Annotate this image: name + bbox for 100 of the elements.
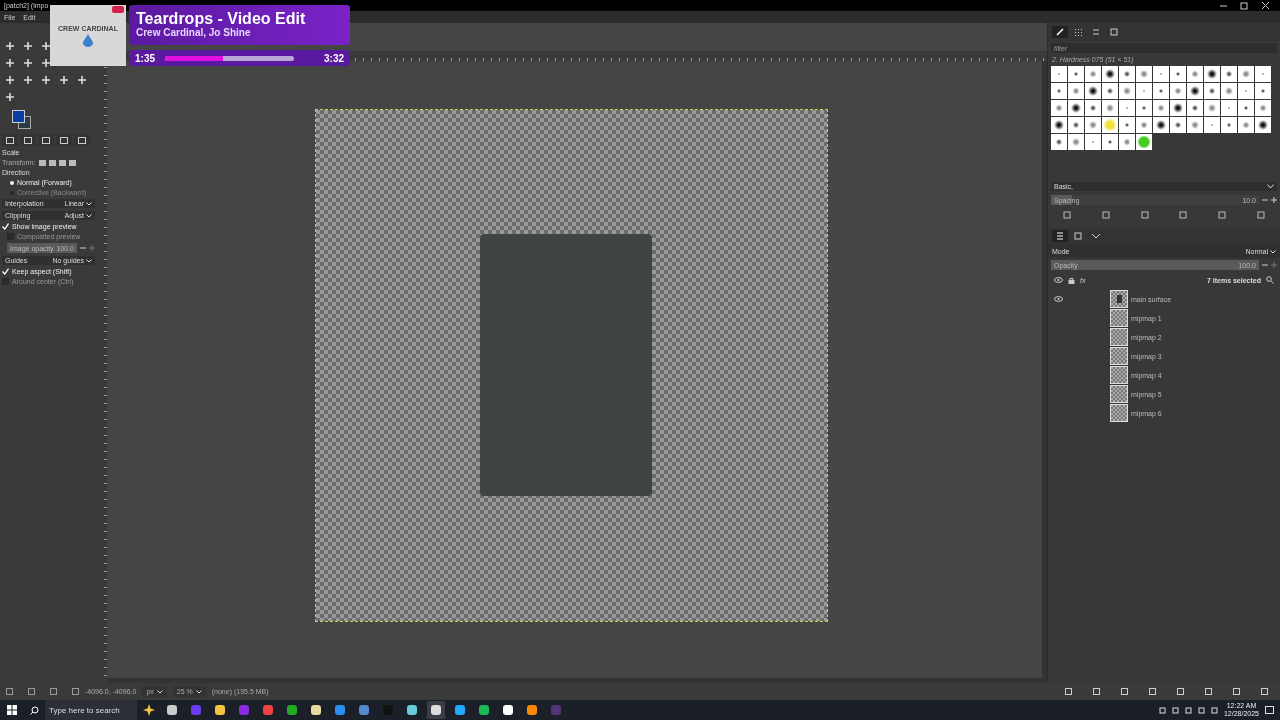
brush-thumbnail[interactable] — [1170, 83, 1186, 99]
brush-thumbnail[interactable] — [1221, 100, 1237, 116]
brush-thumbnail[interactable] — [1136, 83, 1152, 99]
brush-thumbnail[interactable] — [1136, 134, 1152, 150]
brush-thumbnail[interactable] — [1102, 100, 1118, 116]
lock-icon[interactable] — [1068, 276, 1075, 284]
checkbox-icon[interactable] — [2, 268, 9, 275]
minus-icon[interactable] — [1261, 262, 1268, 268]
restore-icon[interactable] — [1240, 1, 1249, 10]
close-icon[interactable] — [1261, 1, 1270, 10]
plus-icon[interactable] — [1270, 197, 1277, 203]
move-icon[interactable] — [3, 39, 17, 53]
brush-thumbnail[interactable] — [1170, 66, 1186, 82]
eye-icon[interactable] — [1054, 277, 1063, 283]
color-swatches-icon[interactable] — [12, 110, 32, 130]
brush-thumbnail[interactable] — [1102, 117, 1118, 133]
brush-thumbnail[interactable] — [1119, 66, 1135, 82]
search-icon — [30, 705, 39, 715]
water-drop-icon — [83, 34, 93, 47]
brush-thumbnail[interactable] — [1204, 100, 1220, 116]
brush-thumbnail[interactable] — [1204, 66, 1220, 82]
layers-tab-icon[interactable] — [1052, 230, 1068, 242]
live-badge-icon — [112, 6, 124, 13]
brush-thumbnail[interactable] — [1051, 100, 1067, 116]
brush-thumbnail[interactable] — [1238, 100, 1254, 116]
brush-thumbnail[interactable] — [1051, 117, 1067, 133]
brush-thumbnail[interactable] — [1102, 66, 1118, 82]
layer-thumbnail[interactable] — [1110, 309, 1128, 327]
song-artist: Crew Cardinal, Jo Shine — [136, 27, 252, 38]
brush-thumbnail[interactable] — [1068, 66, 1084, 82]
scrollbar[interactable] — [107, 678, 1047, 683]
brush-thumbnail[interactable] — [1119, 117, 1135, 133]
brush-thumbnail[interactable] — [1051, 83, 1067, 99]
brush-thumbnail[interactable] — [1255, 117, 1271, 133]
caret-icon — [86, 201, 92, 206]
brush-thumbnail[interactable] — [1221, 83, 1237, 99]
brush-thumbnail[interactable] — [1068, 83, 1084, 99]
radio-dot-icon[interactable] — [10, 180, 14, 185]
caret-icon — [156, 689, 163, 694]
brush-thumbnail[interactable] — [1255, 83, 1271, 99]
caret-icon — [86, 258, 92, 263]
layer-thumbnail[interactable] — [1110, 404, 1128, 422]
layer-thumbnail[interactable] — [1110, 347, 1128, 365]
brush-thumbnail[interactable] — [1204, 83, 1220, 99]
brush-thumbnail[interactable] — [1187, 100, 1203, 116]
brush-thumbnail[interactable] — [1255, 100, 1271, 116]
brush-thumbnail[interactable] — [1204, 117, 1220, 133]
brush-thumbnail[interactable] — [1051, 66, 1067, 82]
brush-thumbnail[interactable] — [1255, 66, 1271, 82]
brush-thumbnail[interactable] — [1170, 117, 1186, 133]
brush-thumbnail[interactable] — [1085, 66, 1101, 82]
song-title: Teardrops - Video Edit — [136, 10, 307, 27]
brush-thumbnail[interactable] — [1102, 83, 1118, 99]
brush-thumbnail[interactable] — [1187, 117, 1203, 133]
brush-thumbnail[interactable] — [1068, 117, 1084, 133]
brush-thumbnail[interactable] — [1085, 117, 1101, 133]
search-icon[interactable] — [1266, 276, 1274, 284]
layer-thumbnail[interactable] — [1110, 385, 1128, 403]
brush-thumbnail[interactable] — [1085, 134, 1101, 150]
brush-thumbnail[interactable] — [1051, 134, 1067, 150]
brush-thumbnail[interactable] — [1170, 100, 1186, 116]
brush-thumbnail[interactable] — [1153, 83, 1169, 99]
scrollbar[interactable] — [1042, 61, 1047, 678]
taskbar-search-field[interactable]: Type here to search — [45, 700, 137, 720]
checkbox-icon[interactable] — [2, 223, 9, 230]
minus-icon[interactable] — [79, 245, 86, 251]
brush-thumbnail[interactable] — [1102, 134, 1118, 150]
caret-icon — [1267, 184, 1274, 189]
brush-thumbnail[interactable] — [1187, 83, 1203, 99]
brush-thumbnail[interactable] — [1153, 66, 1169, 82]
brush-thumbnail[interactable] — [1085, 100, 1101, 116]
total-time: 3:32 — [324, 52, 344, 64]
brush-thumbnail[interactable] — [1153, 100, 1169, 116]
caret-icon — [1270, 249, 1276, 254]
minus-icon[interactable] — [1261, 197, 1268, 203]
brush-thumbnail[interactable] — [1136, 117, 1152, 133]
caret-icon — [86, 213, 92, 218]
brush-thumbnail[interactable] — [1187, 66, 1203, 82]
brush-thumbnail[interactable] — [1221, 117, 1237, 133]
brush-thumbnail[interactable] — [1068, 134, 1084, 150]
brush-tab-icon[interactable] — [1052, 26, 1068, 38]
layer-thumbnail[interactable] — [1110, 366, 1128, 384]
sparkle-icon — [143, 704, 157, 716]
brush-thumbnail[interactable] — [1119, 83, 1135, 99]
caret-icon — [195, 689, 202, 694]
brush-thumbnail[interactable] — [1119, 134, 1135, 150]
elapsed-time: 1:35 — [135, 52, 155, 64]
brush-thumbnail[interactable] — [1068, 100, 1084, 116]
brush-thumbnail[interactable] — [1153, 117, 1169, 133]
brush-thumbnail[interactable] — [1119, 100, 1135, 116]
brush-thumbnail[interactable] — [1136, 66, 1152, 82]
brush-thumbnail[interactable] — [1238, 83, 1254, 99]
brush-thumbnail[interactable] — [1136, 100, 1152, 116]
layer-thumbnail[interactable] — [1110, 328, 1128, 346]
visibility-eye-icon[interactable] — [1054, 296, 1063, 302]
brush-thumbnail[interactable] — [1238, 66, 1254, 82]
brush-thumbnail[interactable] — [1085, 83, 1101, 99]
brush-thumbnail[interactable] — [1238, 117, 1254, 133]
layer-thumbnail[interactable] — [1110, 290, 1128, 308]
brush-thumbnail[interactable] — [1221, 66, 1237, 82]
